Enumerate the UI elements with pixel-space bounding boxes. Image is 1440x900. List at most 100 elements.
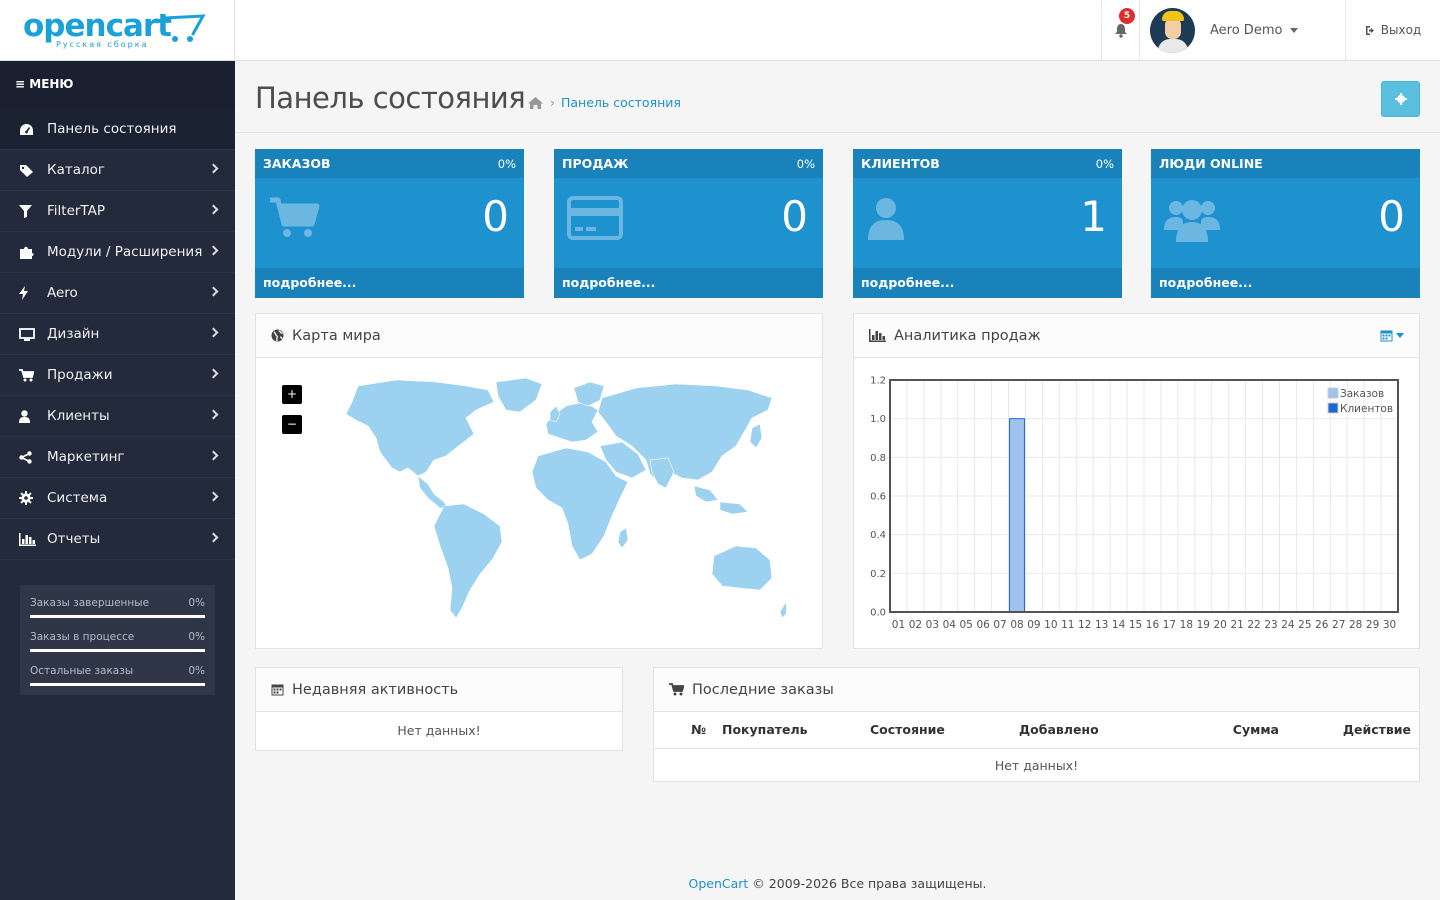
- sidebar-item-1[interactable]: Каталог: [0, 150, 235, 191]
- sidebar-item-7[interactable]: Клиенты: [0, 396, 235, 437]
- column-header[interactable]: Покупатель: [714, 712, 844, 749]
- world-map[interactable]: [316, 376, 786, 636]
- stat-processing: Заказы в процессе 0%: [30, 627, 205, 661]
- stat-label: Заказы в процессе: [30, 631, 135, 643]
- tags-icon: [0, 164, 47, 177]
- breadcrumb-link[interactable]: Панель состояния: [561, 95, 681, 110]
- y-tick-label: 1.0: [870, 414, 886, 425]
- x-tick-label: 19: [1197, 619, 1210, 631]
- tile-more-link[interactable]: подробнее...: [853, 268, 1122, 298]
- globe-icon: [271, 329, 284, 342]
- legend-label: Клиентов: [1340, 403, 1393, 415]
- legend-swatch: [1327, 402, 1339, 414]
- cog-icon: [1394, 93, 1407, 105]
- x-tick-label: 21: [1230, 619, 1243, 631]
- sidebar-item-2[interactable]: FilterTAP: [0, 191, 235, 232]
- x-tick-label: 01: [892, 619, 905, 631]
- avatar: [1150, 7, 1195, 53]
- hamburger-icon: ≡: [15, 77, 26, 91]
- menu-toggle[interactable]: ≡ МЕНЮ: [0, 61, 235, 109]
- sidebar-item-4[interactable]: Aero: [0, 273, 235, 314]
- x-tick-label: 26: [1315, 619, 1329, 631]
- sidebar-item-5[interactable]: Дизайн: [0, 314, 235, 355]
- legend-swatch: [1327, 387, 1339, 399]
- filter-icon: [0, 204, 47, 218]
- sign-out-icon: [1365, 25, 1374, 35]
- stat-progress-bar: [30, 683, 205, 686]
- tile-percent: 0%: [497, 156, 516, 171]
- x-tick-label: 28: [1349, 619, 1362, 631]
- empty-message: Нет данных!: [397, 723, 481, 738]
- tile-online: ЛЮДИ ONLINE 0 подробнее...: [1151, 149, 1420, 298]
- tile-more-link[interactable]: подробнее...: [554, 268, 823, 298]
- logo-subtitle: Русская сборка: [56, 40, 149, 49]
- tile-more-link[interactable]: подробнее...: [1151, 268, 1420, 298]
- logout-label: Выход: [1380, 23, 1422, 37]
- home-icon[interactable]: [527, 96, 544, 110]
- tile-more-link[interactable]: подробнее...: [255, 268, 524, 298]
- logo[interactable]: opencart Русская сборка: [0, 0, 235, 61]
- y-tick-label: 0.8: [870, 453, 886, 464]
- sidebar-item-label: Продажи: [47, 367, 113, 383]
- x-tick-label: 16: [1146, 619, 1160, 631]
- world-map-panel: Карта мира + −: [255, 313, 823, 649]
- x-tick-label: 17: [1163, 619, 1176, 631]
- sidebar-item-6[interactable]: Продажи: [0, 355, 235, 396]
- zoom-in-button[interactable]: +: [282, 385, 302, 404]
- x-tick-label: 06: [976, 619, 990, 631]
- tile-percent: 0%: [796, 156, 815, 171]
- footer-brand-link[interactable]: OpenCart: [689, 876, 749, 891]
- x-tick-label: 30: [1383, 619, 1396, 631]
- sidebar-item-10[interactable]: Отчеты: [0, 519, 235, 560]
- x-tick-label: 24: [1281, 619, 1295, 631]
- notifications-button[interactable]: 5: [1101, 0, 1139, 60]
- panel-title: Последние заказы: [692, 681, 834, 698]
- tile-value: 1: [1080, 192, 1107, 241]
- breadcrumb: › Панель состояния: [527, 95, 681, 110]
- y-tick-label: 0.0: [870, 608, 886, 619]
- sidebar-item-label: Панель состояния: [47, 121, 177, 137]
- x-tick-label: 14: [1112, 619, 1126, 631]
- column-header[interactable]: Состояние: [844, 712, 994, 749]
- user-menu[interactable]: Aero Demo: [1139, 0, 1345, 60]
- settings-button[interactable]: [1381, 81, 1420, 117]
- tile-percent: 0%: [1095, 156, 1114, 171]
- tile-title: ЗАКАЗОВ: [263, 156, 331, 171]
- calendar-icon: [1380, 330, 1393, 342]
- x-tick-label: 18: [1180, 619, 1193, 631]
- sidebar-item-label: Отчеты: [47, 531, 101, 547]
- order-stats: Заказы завершенные 0% Заказы в процессе …: [20, 585, 215, 695]
- empty-message: Нет данных!: [994, 758, 1079, 774]
- x-tick-label: 29: [1366, 619, 1379, 631]
- sidebar-item-9[interactable]: Система: [0, 478, 235, 519]
- sidebar-item-8[interactable]: Маркетинг: [0, 437, 235, 478]
- date-range-dropdown[interactable]: [1380, 329, 1404, 342]
- x-tick-label: 22: [1247, 619, 1260, 631]
- sidebar-item-label: Маркетинг: [47, 449, 125, 465]
- table-header-row: № Покупатель Состояние Добавлено Сумма Д…: [654, 712, 1419, 749]
- column-header[interactable]: Действие: [1294, 712, 1419, 749]
- sidebar-item-label: FilterTAP: [47, 203, 106, 219]
- column-header[interactable]: №: [654, 712, 714, 749]
- panel-title: Карта мира: [292, 327, 381, 344]
- sidebar-item-3[interactable]: Модули / Расширения: [0, 232, 235, 273]
- x-tick-label: 08: [1010, 619, 1023, 631]
- sales-analytics-panel: Аналитика продаж 0.0 0.2 0.4 0.6 0.8 1.0 1.2 01…: [853, 313, 1420, 649]
- column-header[interactable]: Сумма: [1134, 712, 1294, 749]
- footer: OpenCart © 2009-2026 Все права защищены.: [235, 876, 1440, 891]
- zoom-out-button[interactable]: −: [282, 415, 302, 434]
- stat-percent: 0%: [188, 631, 205, 643]
- top-header: opencart Русская сборка 5 Aero Demo Выхо…: [0, 0, 1440, 61]
- column-header[interactable]: Добавлено: [994, 712, 1134, 749]
- bar-chart-icon: [0, 532, 47, 546]
- stat-label: Остальные заказы: [30, 665, 134, 677]
- cog-icon: [0, 491, 47, 505]
- tile-value: 0: [781, 192, 808, 241]
- bar-chart-icon: [869, 329, 886, 342]
- desktop-icon: [0, 327, 47, 341]
- logo-cart-icon: [163, 14, 206, 42]
- logout-link[interactable]: Выход: [1345, 0, 1440, 60]
- sidebar-item-0[interactable]: Панель состояния: [0, 109, 235, 150]
- x-tick-label: 07: [993, 619, 1006, 631]
- puzzle-icon: [0, 245, 47, 259]
